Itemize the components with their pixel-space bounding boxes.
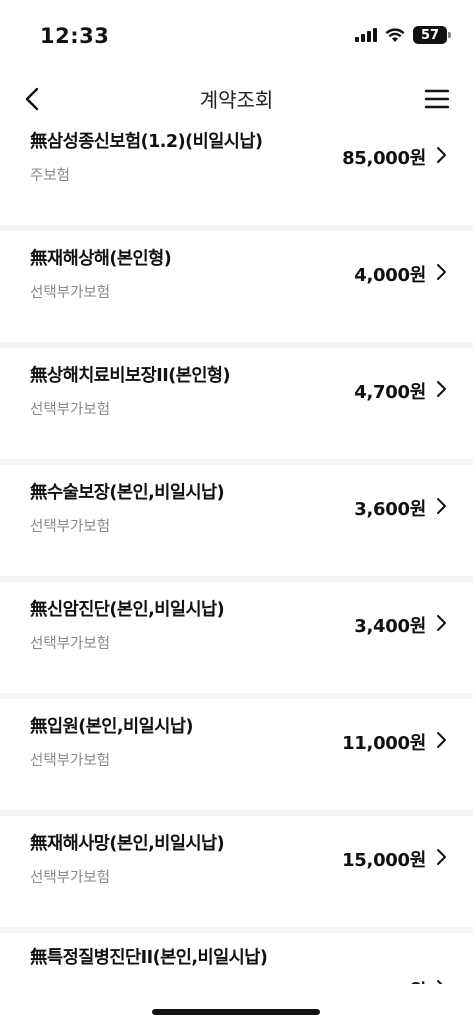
nav-bar: 계약조회	[0, 66, 473, 130]
coverage-name: 無재해상해(본인형)	[30, 249, 172, 269]
chevron-right-icon	[437, 849, 446, 865]
list-item[interactable]: 無입원(본인,비일시납) 선택부가보험 11,000원	[0, 699, 473, 810]
page-title: 계약조회	[199, 88, 274, 112]
coverage-premium: 3,400원	[354, 616, 426, 637]
coverage-name: 無특정질병진단II(본인,비일시납)	[30, 948, 268, 968]
coverage-premium: 15,000원	[342, 850, 426, 871]
contract-list: 無삼성종신보험(1.2)(비일시납) 주보험 85,000원 無재해상해(본인형…	[0, 130, 473, 1024]
contract-list-container: 無삼성종신보험(1.2)(비일시납) 주보험 85,000원 無재해상해(본인형…	[0, 130, 473, 1024]
coverage-premium: 4,000원	[354, 265, 426, 286]
list-item[interactable]: 無삼성종신보험(1.2)(비일시납) 주보험 85,000원	[0, 130, 473, 225]
coverage-type: 주보험	[30, 168, 71, 184]
coverage-type: 선택부가보험	[30, 870, 111, 886]
bottom-safe-area	[0, 984, 473, 1024]
coverage-name: 無상해치료비보장II(본인형)	[30, 366, 231, 386]
home-indicator[interactable]	[152, 1009, 320, 1015]
chevron-right-icon	[437, 498, 446, 514]
coverage-name: 無신암진단(본인,비일시납)	[30, 600, 225, 620]
chevron-right-icon	[437, 264, 446, 280]
list-item[interactable]: 無재해사망(본인,비일시납) 선택부가보험 15,000원	[0, 816, 473, 927]
coverage-premium: 11,000원	[342, 733, 426, 754]
coverage-type: 선택부가보험	[30, 636, 111, 652]
chevron-right-icon	[437, 381, 446, 397]
hamburger-menu-icon[interactable]	[423, 86, 451, 112]
coverage-name: 無삼성종신보험(1.2)(비일시납)	[30, 132, 263, 152]
cellular-signal-icon	[355, 28, 377, 42]
chevron-right-icon	[437, 615, 446, 631]
coverage-name: 無재해사망(본인,비일시납)	[30, 834, 225, 854]
list-item[interactable]: 無신암진단(본인,비일시납) 선택부가보험 3,400원	[0, 582, 473, 693]
battery-icon: 57	[413, 26, 451, 44]
list-item[interactable]: 無상해치료비보장II(본인형) 선택부가보험 4,700원	[0, 348, 473, 459]
coverage-type: 선택부가보험	[30, 402, 111, 418]
status-time: 12:33	[40, 24, 110, 48]
chevron-right-icon	[437, 147, 446, 163]
coverage-name: 無수술보장(본인,비일시납)	[30, 483, 225, 503]
coverage-name: 無입원(본인,비일시납)	[30, 717, 193, 737]
coverage-type: 선택부가보험	[30, 285, 111, 301]
coverage-premium: 4,700원	[354, 382, 426, 403]
coverage-type: 선택부가보험	[30, 753, 111, 769]
status-icons: 57	[355, 26, 451, 44]
wifi-icon	[385, 27, 405, 42]
list-item[interactable]: 無재해상해(본인형) 선택부가보험 4,000원	[0, 231, 473, 342]
status-bar: 12:33 57	[0, 0, 473, 66]
list-item[interactable]: 無수술보장(본인,비일시납) 선택부가보험 3,600원	[0, 465, 473, 576]
coverage-premium: 3,600원	[354, 499, 426, 520]
coverage-type: 선택부가보험	[30, 519, 111, 535]
coverage-premium: 85,000원	[342, 148, 426, 169]
chevron-right-icon	[437, 732, 446, 748]
